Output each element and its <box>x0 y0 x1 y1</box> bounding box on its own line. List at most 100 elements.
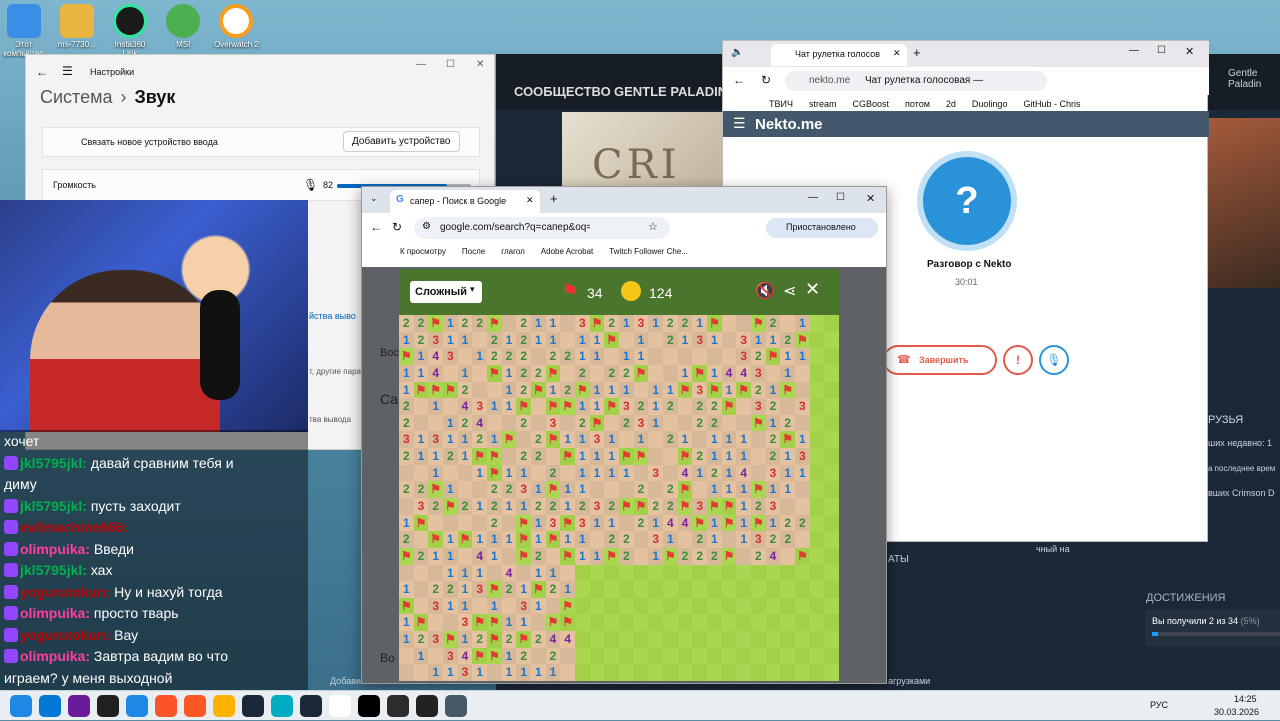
board-cell[interactable] <box>531 398 546 415</box>
board-cell[interactable] <box>795 631 810 648</box>
bookmark-cgboost[interactable]: CGBoost <box>852 99 889 109</box>
board-cell[interactable]: ⚑ <box>560 514 575 532</box>
board-cell[interactable]: 1 <box>516 581 531 598</box>
board-cell[interactable] <box>428 414 443 432</box>
board-cell[interactable] <box>501 597 517 615</box>
board-cell[interactable] <box>736 414 751 432</box>
board-cell[interactable]: ⚑ <box>487 647 502 665</box>
board-cell[interactable]: 1 <box>545 664 561 681</box>
board-cell[interactable]: 1 <box>707 431 722 449</box>
board-cell[interactable]: 2 <box>780 331 795 349</box>
board-cell[interactable]: ⚑ <box>707 381 722 399</box>
board-cell[interactable]: 2 <box>516 315 531 332</box>
board-cell[interactable]: ⚑ <box>721 498 737 515</box>
board-cell[interactable]: 1 <box>428 398 443 415</box>
board-cell[interactable]: ⚑ <box>721 398 737 415</box>
board-cell[interactable] <box>663 414 678 432</box>
board-cell[interactable] <box>560 331 575 349</box>
board-cell[interactable]: 2 <box>604 531 619 548</box>
board-cell[interactable] <box>736 647 751 665</box>
board-cell[interactable] <box>663 581 678 598</box>
board-cell[interactable]: ⚑ <box>472 448 487 465</box>
board-cell[interactable]: 2 <box>692 448 707 465</box>
board-cell[interactable]: ⚑ <box>721 514 737 532</box>
board-cell[interactable]: 2 <box>413 331 429 349</box>
board-cell[interactable]: 1 <box>428 664 443 681</box>
board-cell[interactable]: 1 <box>560 498 575 515</box>
board-cell[interactable] <box>736 631 751 648</box>
board-cell[interactable]: 2 <box>457 315 473 332</box>
board-cell[interactable]: 1 <box>501 464 517 482</box>
board-cell[interactable]: 2 <box>765 398 781 415</box>
board-cell[interactable]: 1 <box>780 481 795 498</box>
board-cell[interactable] <box>663 448 678 465</box>
board-cell[interactable]: 1 <box>443 414 458 432</box>
board-cell[interactable] <box>648 448 663 465</box>
board-cell[interactable] <box>751 564 766 582</box>
board-cell[interactable] <box>721 597 737 615</box>
board-cell[interactable]: 3 <box>589 431 605 449</box>
board-cell[interactable]: 1 <box>428 464 443 482</box>
board-cell[interactable] <box>633 564 649 582</box>
board-cell[interactable]: ⚑ <box>721 547 737 565</box>
board-cell[interactable]: 2 <box>765 531 781 548</box>
board-cell[interactable]: 2 <box>531 631 546 648</box>
board-cell[interactable] <box>721 647 737 665</box>
board-cell[interactable]: 1 <box>765 381 781 399</box>
board-cell[interactable]: 1 <box>560 481 575 498</box>
board-cell[interactable] <box>824 364 839 382</box>
board-cell[interactable] <box>633 647 649 665</box>
board-cell[interactable]: 2 <box>413 481 429 498</box>
board-cell[interactable]: 2 <box>413 547 429 565</box>
board-cell[interactable]: 4 <box>457 398 473 415</box>
board-cell[interactable]: ⚑ <box>443 381 458 399</box>
board-cell[interactable]: 1 <box>501 647 517 665</box>
board-cell[interactable]: 2 <box>663 331 678 349</box>
board-cell[interactable]: ⚑ <box>692 364 707 382</box>
board-cell[interactable] <box>677 597 693 615</box>
board-cell[interactable]: 1 <box>575 348 590 365</box>
board-cell[interactable] <box>560 315 575 332</box>
board-cell[interactable]: 1 <box>604 464 619 482</box>
board-cell[interactable]: ⚑ <box>780 381 795 399</box>
reload-icon[interactable]: ↻ <box>392 220 402 234</box>
taskbar-app-icon[interactable] <box>387 695 409 717</box>
board-cell[interactable] <box>824 414 839 432</box>
board-cell[interactable] <box>604 647 619 665</box>
board-cell[interactable]: 1 <box>399 514 414 532</box>
board-cell[interactable]: 3 <box>765 464 781 482</box>
board-cell[interactable] <box>487 381 502 399</box>
board-cell[interactable]: 1 <box>736 481 751 498</box>
board-cell[interactable] <box>795 564 810 582</box>
board-cell[interactable]: ⚑ <box>707 498 722 515</box>
board-cell[interactable] <box>648 431 663 449</box>
board-cell[interactable] <box>824 564 839 582</box>
board-cell[interactable]: 2 <box>663 431 678 449</box>
board-cell[interactable]: 3 <box>413 498 429 515</box>
board-cell[interactable] <box>809 498 825 515</box>
board-cell[interactable]: ⚑ <box>780 431 795 449</box>
taskbar-app-icon[interactable] <box>39 695 61 717</box>
board-cell[interactable] <box>633 547 649 565</box>
board-cell[interactable] <box>472 514 487 532</box>
board-cell[interactable] <box>809 514 825 532</box>
board-cell[interactable] <box>824 464 839 482</box>
board-cell[interactable]: 3 <box>428 431 443 449</box>
board-cell[interactable]: 1 <box>472 498 487 515</box>
board-cell[interactable] <box>531 647 546 665</box>
board-cell[interactable]: ⚑ <box>604 547 619 565</box>
board-cell[interactable]: 1 <box>545 381 561 399</box>
board-cell[interactable]: 2 <box>707 547 722 565</box>
board-cell[interactable] <box>780 614 795 632</box>
board-cell[interactable]: 1 <box>677 364 693 382</box>
board-cell[interactable] <box>560 564 575 582</box>
board-cell[interactable]: 2 <box>399 315 414 332</box>
board-cell[interactable]: 1 <box>399 364 414 382</box>
board-cell[interactable] <box>399 464 414 482</box>
board-cell[interactable] <box>780 631 795 648</box>
board-cell[interactable] <box>648 331 663 349</box>
board-cell[interactable] <box>663 464 678 482</box>
board-cell[interactable] <box>721 664 737 681</box>
board-cell[interactable] <box>443 614 458 632</box>
board-cell[interactable] <box>765 597 781 615</box>
